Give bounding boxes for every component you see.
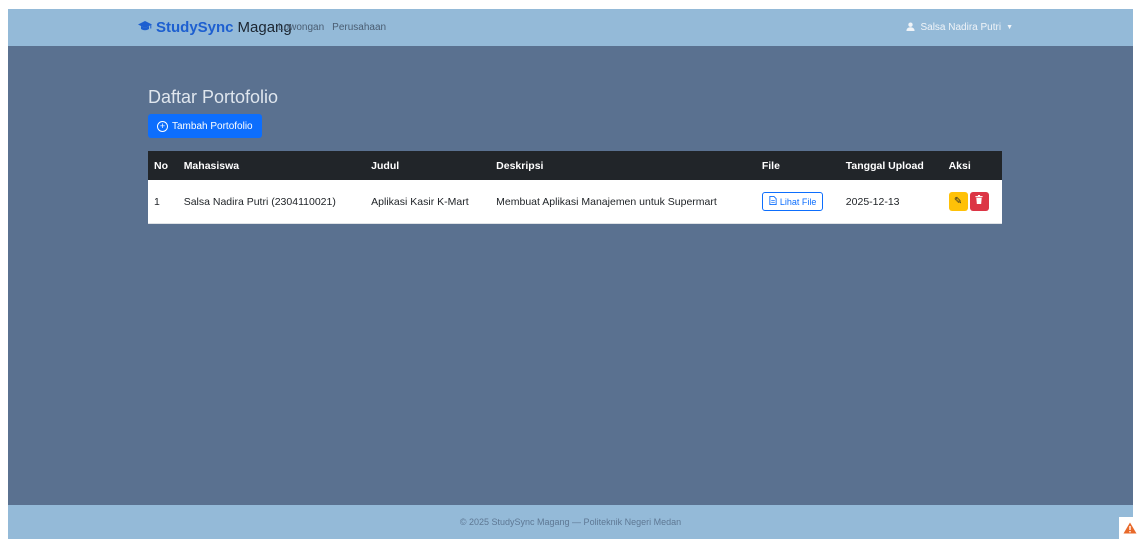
user-icon (906, 22, 916, 34)
brand-name-primary: StudySync (156, 19, 234, 36)
nav-link-perusahaan[interactable]: Perusahaan (332, 22, 386, 33)
file-icon (769, 196, 777, 207)
cell-tanggal: 2025-12-13 (839, 180, 943, 224)
corner-warning-icon[interactable] (1119, 517, 1141, 539)
warning-triangle-svg (1123, 522, 1137, 534)
cell-mahasiswa: Salsa Nadira Putri (2304110021) (177, 180, 366, 224)
column-header-deskripsi: Deskripsi (490, 151, 756, 180)
cell-deskripsi: Membuat Aplikasi Manajemen untuk Superma… (490, 180, 756, 224)
page-title: Daftar Portofolio (148, 87, 279, 107)
table-row: 1 Salsa Nadira Putri (2304110021) Aplika… (148, 180, 1002, 224)
portfolio-table: No Mahasiswa Judul Deskripsi File Tangga… (148, 151, 1002, 224)
user-name: Salsa Nadira Putri (920, 22, 1002, 33)
caret-down-icon: ▼ (1006, 24, 1013, 31)
column-header-no: No (148, 151, 178, 180)
pencil-icon: ✎ (953, 196, 963, 207)
cell-file: Lihat File (755, 180, 840, 224)
column-header-tanggal-upload: Tanggal Upload (839, 151, 943, 180)
trash-svg (975, 195, 983, 204)
add-portfolio-label: Tambah Portofolio (172, 120, 253, 132)
delete-button[interactable] (969, 192, 989, 211)
cell-aksi: ✎ (942, 180, 1002, 224)
column-header-file: File (755, 151, 840, 180)
column-header-mahasiswa: Mahasiswa (177, 151, 366, 180)
graduation-cap-svg (138, 21, 152, 31)
edit-button[interactable]: ✎ (948, 192, 968, 211)
graduation-cap-icon (138, 20, 152, 35)
column-header-aksi: Aksi (942, 151, 1002, 180)
user-menu-dropdown[interactable]: Salsa Nadira Putri ▼ (906, 9, 1013, 46)
nav-links: Lowongan Perusahaan (278, 9, 386, 46)
trash-icon (975, 195, 983, 207)
column-header-judul: Judul (365, 151, 491, 180)
navbar: StudySync Magang Lowongan Perusahaan Sal… (8, 9, 1133, 46)
app-root: StudySync Magang Lowongan Perusahaan Sal… (8, 9, 1133, 539)
user-svg (906, 22, 916, 31)
cell-judul: Aplikasi Kasir K-Mart (365, 180, 491, 224)
view-file-label: Lihat File (779, 196, 817, 207)
view-file-button[interactable]: Lihat File (761, 192, 824, 211)
nav-link-lowongan[interactable]: Lowongan (278, 22, 324, 33)
footer-text: © 2025 StudySync Magang — Politeknik Neg… (459, 517, 682, 527)
add-portfolio-button[interactable]: + Tambah Portofolio (148, 114, 262, 138)
plus-circle-icon: + (157, 120, 168, 132)
table-header-row: No Mahasiswa Judul Deskripsi File Tangga… (148, 151, 1002, 180)
file-svg (769, 196, 777, 205)
cell-no: 1 (148, 180, 178, 224)
brand-logo[interactable]: StudySync Magang (138, 9, 292, 46)
footer: © 2025 StudySync Magang — Politeknik Neg… (8, 505, 1133, 539)
